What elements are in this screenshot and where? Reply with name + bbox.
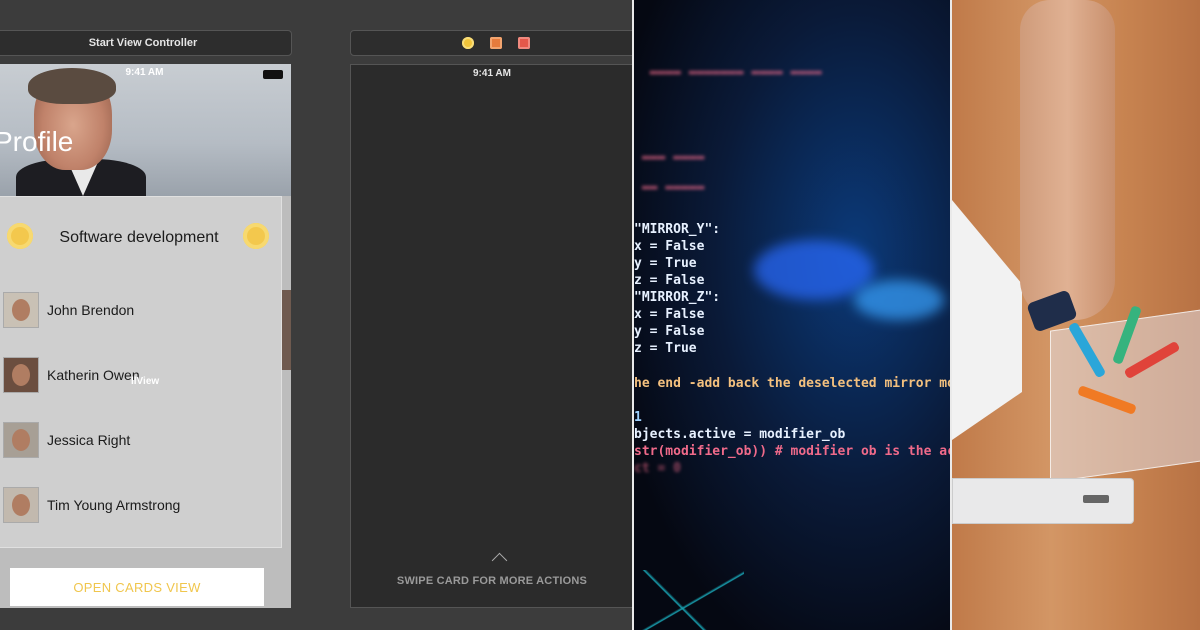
profile-screen: Profile 9:41 AM Software development Joh… [0,64,291,608]
list-item[interactable]: Tim Young Armstrong [3,487,180,523]
cards-screen: 9:41 AM SWIPE CARD FOR MORE ACTIONS [350,64,634,608]
avatar [3,487,39,523]
code-line: z = False [634,273,705,288]
desk-photo-panel [952,0,1200,630]
scene-title: Start View Controller [88,37,198,49]
sun-icon-right [243,223,269,249]
profile-header-photo: Profile [0,64,291,204]
list-item[interactable]: Jessica Right [3,422,130,458]
first-responder-icon[interactable] [462,37,474,49]
view-controller-icon[interactable] [490,37,502,49]
person-name: Jessica Right [47,432,131,448]
team-card[interactable]: Software development John Brendon Kather… [0,196,282,548]
avatar [3,292,39,328]
avatar [3,422,39,458]
exit-icon[interactable] [518,37,530,49]
code-line: "MIRROR_Y": [634,222,721,237]
battery-icon [263,70,283,79]
person-name: Tim Young Armstrong [47,497,181,513]
code-line: z = True [634,341,697,356]
code-line: y = True [634,256,697,271]
laptop-photo [952,478,1134,524]
hand-photo [1020,0,1115,320]
scene-bar-start-view-controller[interactable]: Start View Controller [0,30,292,56]
scene-bar-icons[interactable] [350,30,642,56]
swipe-hint: SWIPE CARD FOR MORE ACTIONS [396,575,588,587]
person-name: John Brendon [47,302,135,318]
storyboard-canvas: Start View Controller Profile 9:41 AM So… [0,0,642,630]
code-line: he end -add back the deselected mirror m… [634,376,950,391]
background-photo-strip [282,290,291,370]
profile-title: Profile [0,126,74,157]
blue-glow [754,240,874,300]
overlay-view-label: llView [131,376,160,387]
blue-glow [854,280,944,320]
card-title: Software development [59,229,219,246]
code-line: "MIRROR_Z": [634,290,721,305]
chevron-up-icon[interactable] [491,552,508,569]
code-line: bjects.active = modifier_ob [634,427,846,442]
code-line: ct = 0 [634,461,681,476]
open-cards-view-button[interactable]: OPEN CARDS VIEW [10,568,264,606]
list-item[interactable]: John Brendon [3,292,134,328]
network-graphic [634,570,744,630]
code-line: 1 [634,410,642,425]
status-time: 9:41 AM [473,68,511,79]
code-line: y = False [634,324,705,339]
person-name: Katherin Owen [47,367,140,383]
code-line: x = False [634,307,705,322]
code-photo-panel: ▬▬▬▬ ▬▬▬▬▬▬▬ ▬▬▬▬ ▬▬▬▬ ▬▬▬ ▬▬▬▬ ▬▬ ▬▬▬▬▬… [634,0,950,630]
list-item[interactable]: Katherin Owen [3,357,140,393]
status-time: 9:41 AM [125,67,164,78]
code-line: str(modifier_ob)) # modifier ob is the a… [634,444,950,459]
code-line: x = False [634,239,705,254]
paper-sheet [952,200,1022,440]
laptop-port [1083,495,1109,503]
avatar [3,357,39,393]
